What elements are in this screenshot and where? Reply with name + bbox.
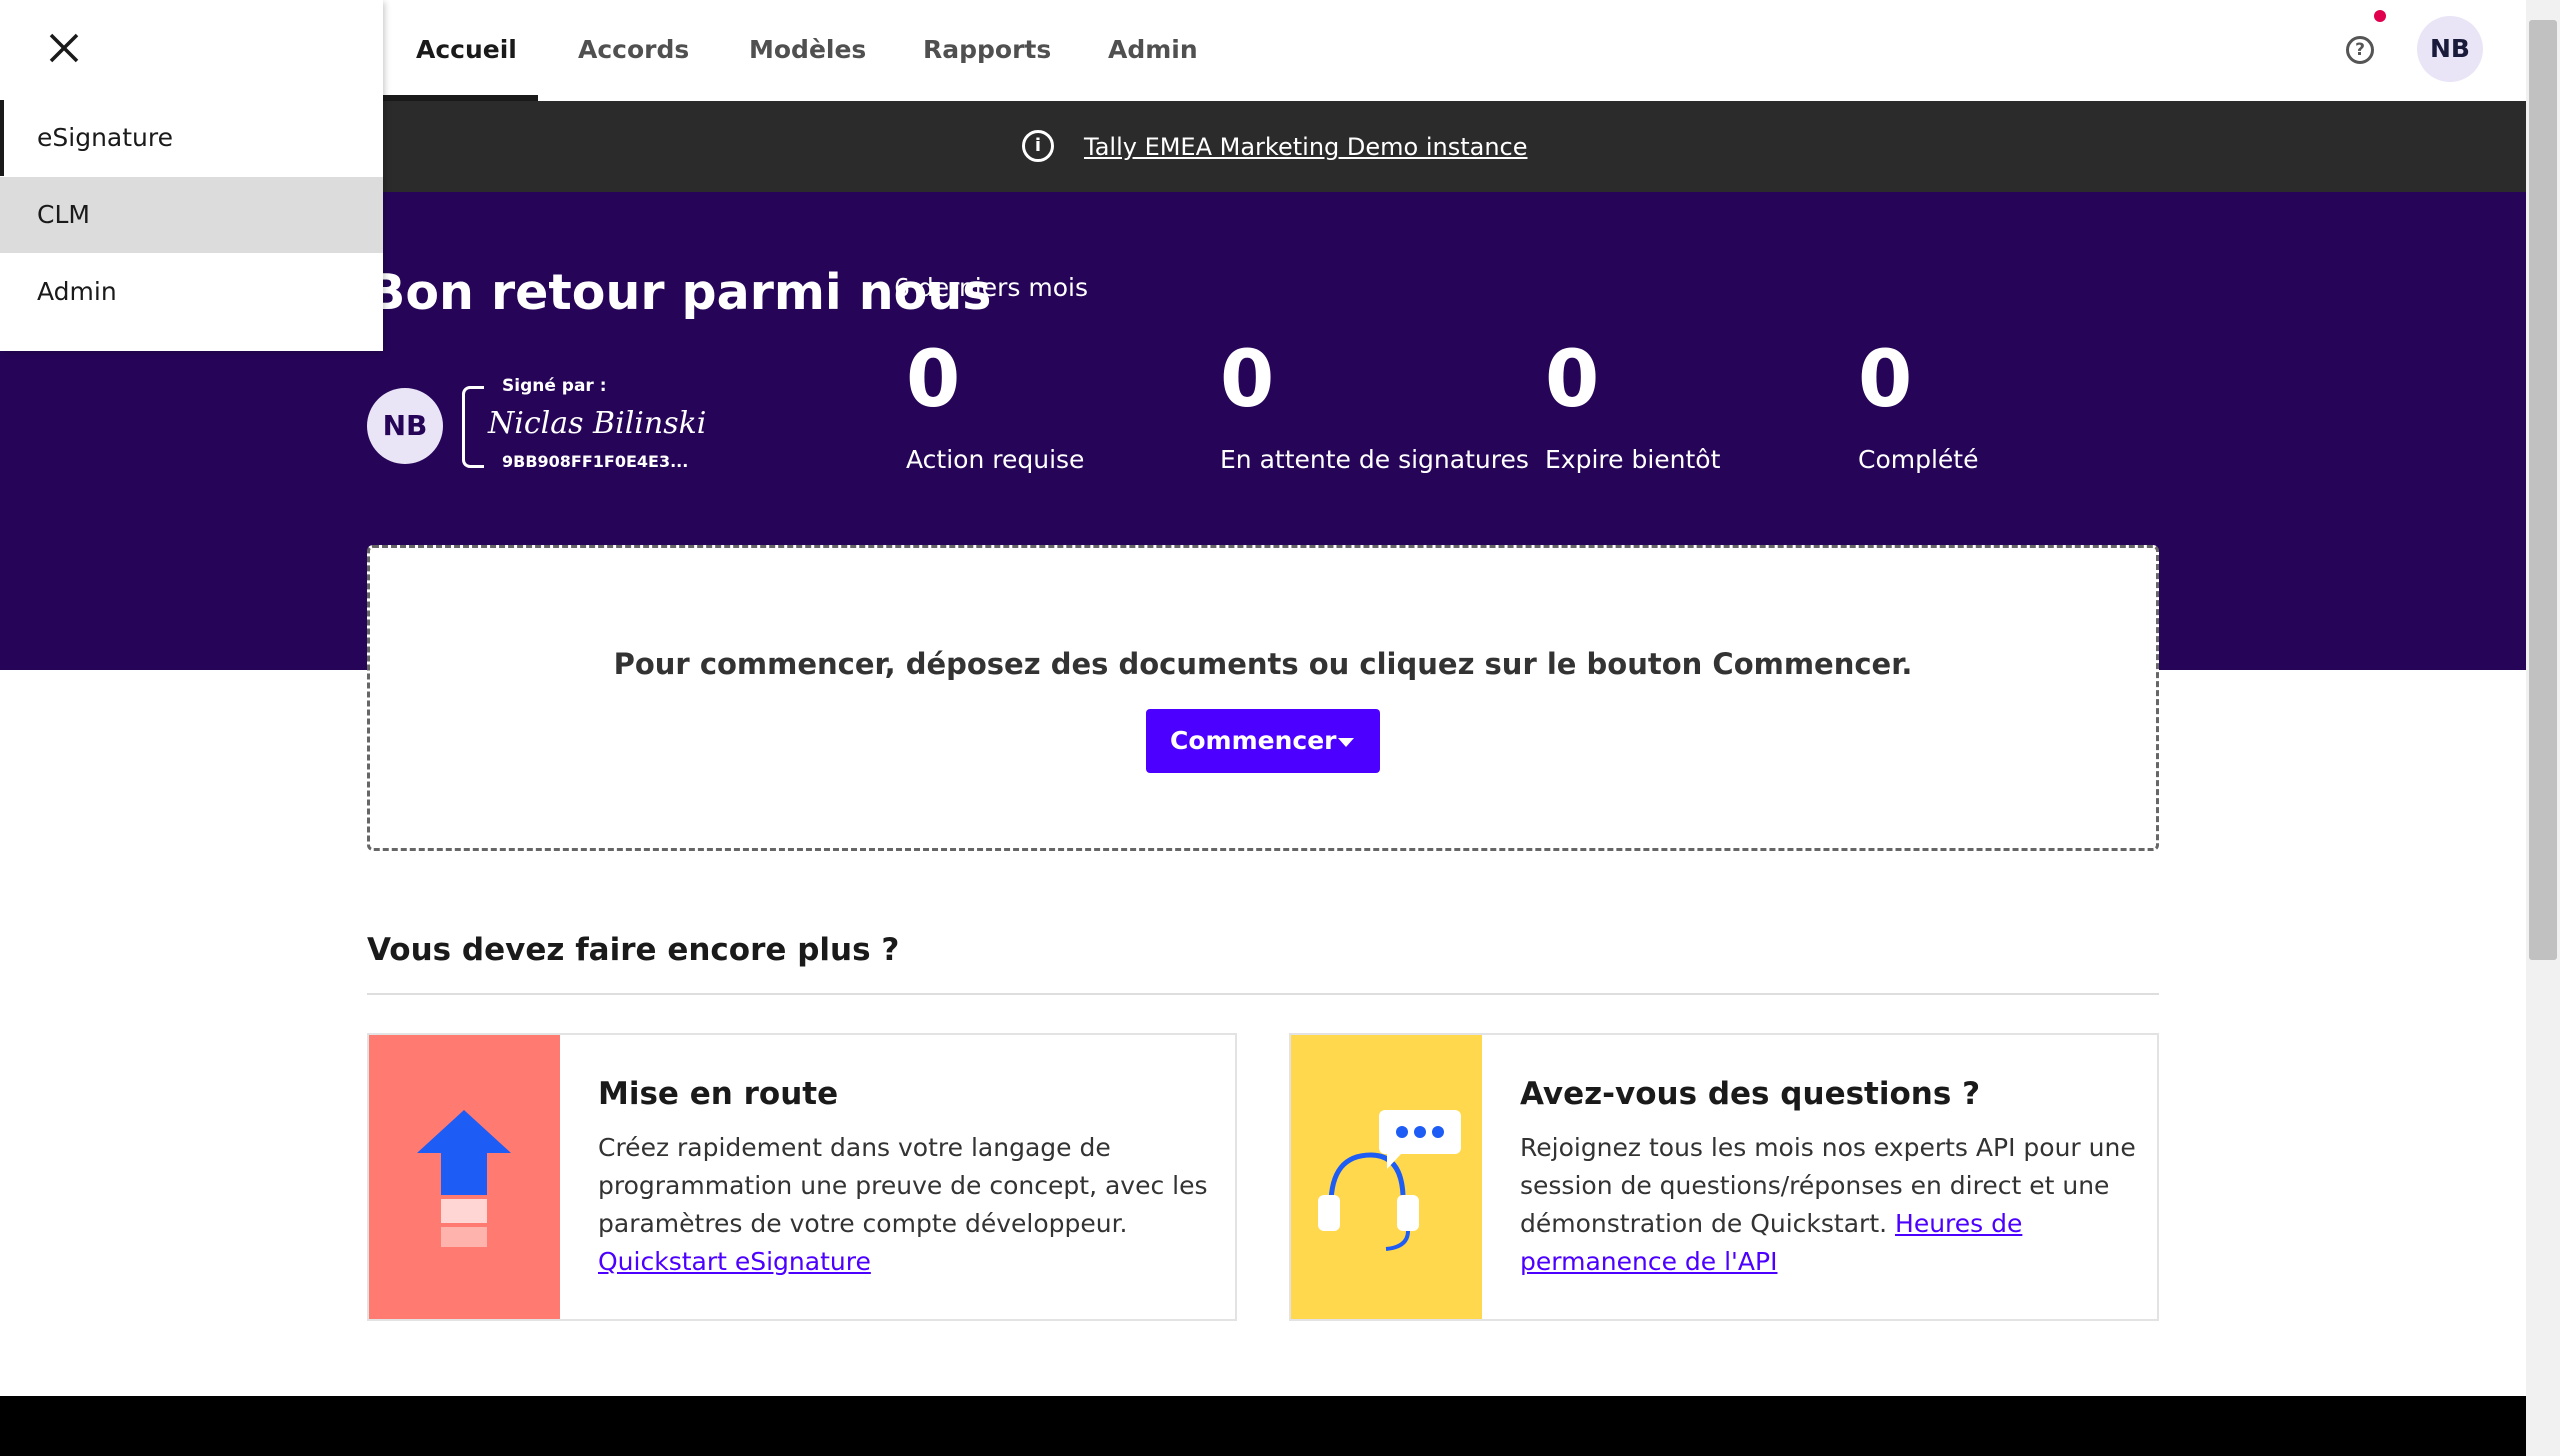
signature-id: 9BB908FF1F0E4E3... [502, 452, 689, 471]
card-questions: Avez-vous des questions ? Rejoignez tous… [1289, 1033, 2159, 1321]
stat-action-required-count[interactable]: 0 [906, 330, 960, 430]
section-title: Vous devez faire encore plus ? [367, 932, 900, 968]
tab-rapports[interactable]: Rapports [923, 0, 1051, 101]
avatar: NB [367, 388, 443, 464]
signature-name: Niclas Bilinski [488, 406, 707, 441]
stat-expiring-count[interactable]: 0 [1545, 330, 1599, 430]
document-dropzone[interactable]: Pour commencer, déposez des documents ou… [367, 545, 2159, 851]
section-divider [367, 993, 2159, 995]
card-description: Rejoignez tous les mois nos experts API … [1520, 1133, 2136, 1238]
question-circle-icon[interactable]: ? [2346, 36, 2374, 64]
card-body: Créez rapidement dans votre langage de p… [598, 1129, 1218, 1281]
footer [0, 1396, 2526, 1456]
app-item-admin[interactable]: Admin [0, 254, 383, 330]
app-item-clm[interactable]: CLM [0, 177, 383, 253]
upload-arrow-icon [369, 1035, 560, 1319]
tab-admin[interactable]: Admin [1108, 0, 1198, 101]
card-body: Rejoignez tous les mois nos experts API … [1520, 1129, 2140, 1281]
card-title: Mise en route [598, 1076, 839, 1112]
start-button-label: Commencer [1170, 726, 1337, 755]
info-circle-icon: i [1022, 130, 1054, 162]
card-description: Créez rapidement dans votre langage de p… [598, 1133, 1208, 1238]
close-icon[interactable] [44, 28, 84, 68]
stat-waiting-label[interactable]: En attente de signatures [1220, 443, 1529, 477]
app-item-esignature[interactable]: eSignature [0, 100, 383, 176]
start-button[interactable]: Commencer [1146, 709, 1380, 773]
dropzone-text: Pour commencer, déposez des documents ou… [613, 647, 1913, 681]
signature-label: Signé par : [502, 376, 607, 396]
user-avatar-button[interactable]: NB [2417, 16, 2483, 82]
instance-link[interactable]: Tally EMEA Marketing Demo instance [1084, 130, 1528, 164]
card-title: Avez-vous des questions ? [1520, 1076, 1981, 1112]
tab-accords[interactable]: Accords [578, 0, 689, 101]
scrollbar-thumb[interactable] [2529, 20, 2557, 960]
quickstart-link[interactable]: Quickstart eSignature [598, 1247, 871, 1276]
stat-waiting-count[interactable]: 0 [1220, 330, 1274, 430]
tab-accueil[interactable]: Accueil [416, 0, 517, 101]
signature-bracket [462, 386, 484, 468]
tab-modeles[interactable]: Modèles [749, 0, 866, 101]
notification-dot [2374, 10, 2386, 22]
stat-completed-label[interactable]: Complété [1858, 443, 1978, 477]
stat-expiring-label[interactable]: Expire bientôt [1545, 443, 1720, 477]
period-label: 6 derniers mois [894, 273, 1088, 302]
caret-down-icon [1338, 738, 1354, 747]
stat-action-required-label[interactable]: Action requise [906, 443, 1084, 477]
app-switcher-menu: eSignature CLM Admin [0, 0, 383, 351]
card-getting-started: Mise en route Créez rapidement dans votr… [367, 1033, 1237, 1321]
headset-chat-icon [1291, 1035, 1482, 1319]
stat-completed-count[interactable]: 0 [1858, 330, 1912, 430]
